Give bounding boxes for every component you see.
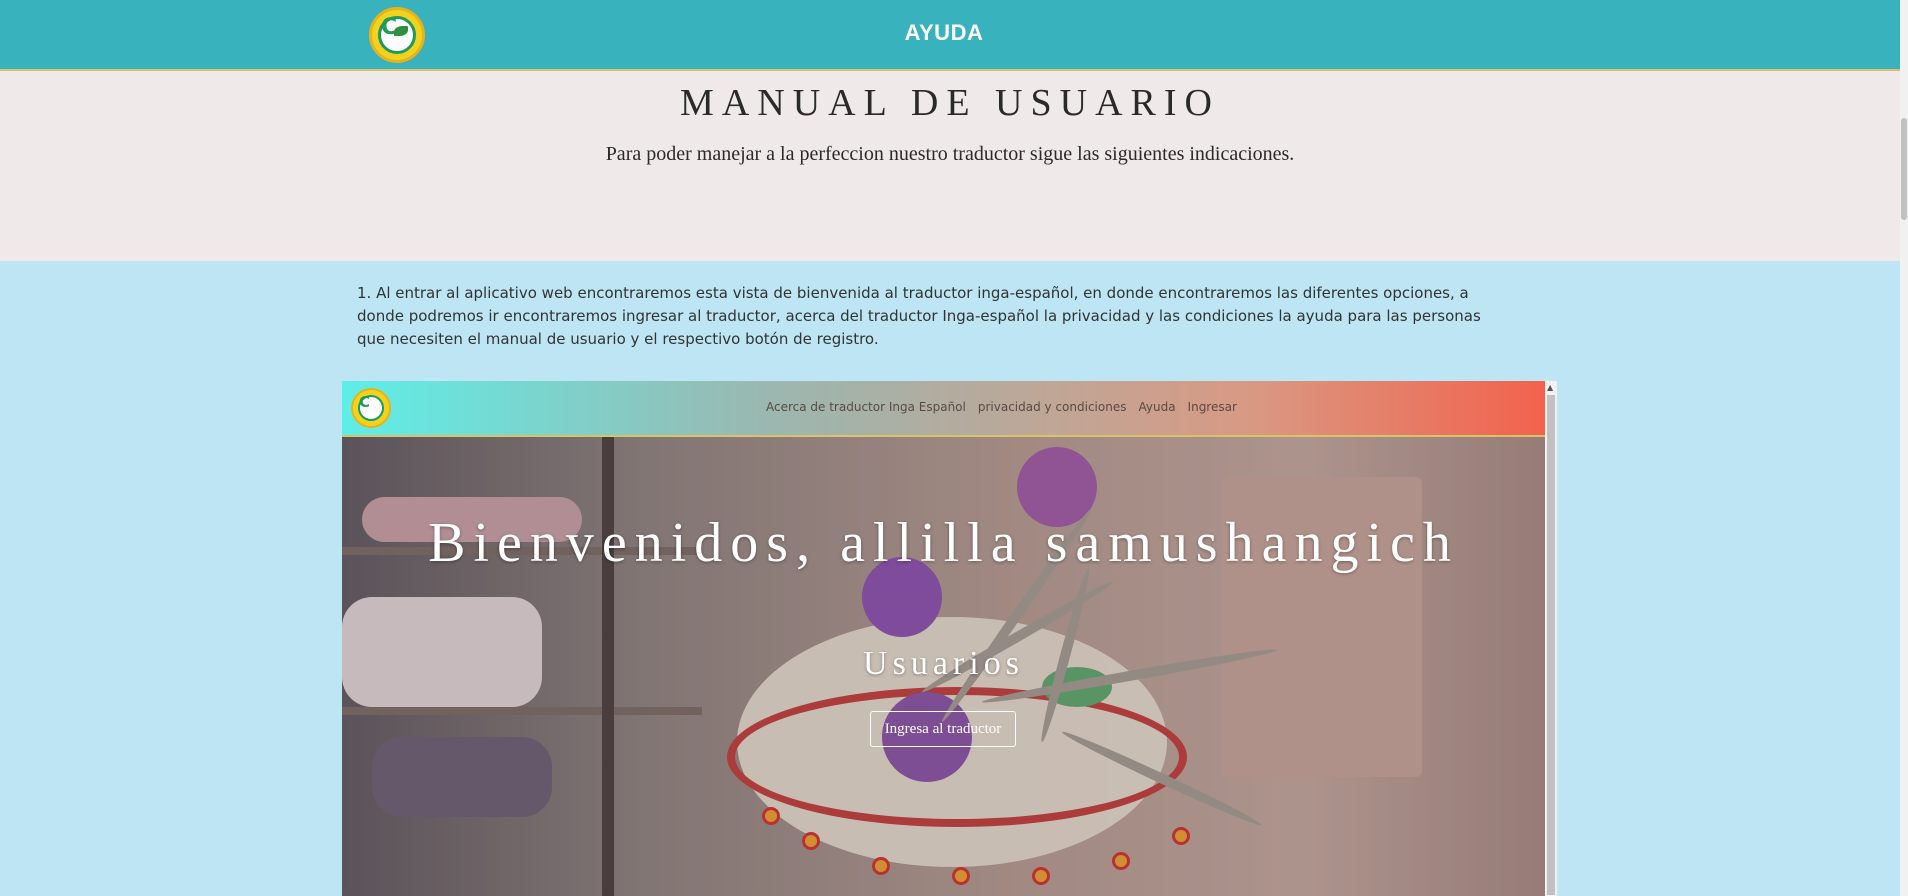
page-title: AYUDA [904, 20, 984, 45]
page-scrollbar-thumb[interactable] [1901, 118, 1907, 220]
screenshot-logo-letter: C [359, 393, 371, 411]
step-1-text: 1. Al entrar al aplicativo web encontrar… [357, 284, 1481, 348]
screenshot-navbar: C Acerca de traductor Inga Español priva… [342, 381, 1545, 437]
screenshot-scrollbar-thumb[interactable] [1547, 395, 1555, 895]
screenshot-nav-menu: Acerca de traductor Inga Español privaci… [766, 400, 1237, 414]
manual-title: MANUAL DE USUARIO [680, 82, 1220, 124]
screenshot-scrollbar[interactable]: ▲ [1545, 381, 1557, 896]
hero-title: Bienvenidos, allilla samushangich [428, 512, 1459, 574]
nav-link-privacidad[interactable]: privacidad y condiciones [978, 400, 1127, 414]
welcome-screenshot: C Acerca de traductor Inga Español priva… [342, 381, 1557, 896]
top-navbar: C AYUDA [0, 0, 1900, 71]
nav-link-acerca[interactable]: Acerca de traductor Inga Español [766, 400, 966, 414]
manual-intro-section: MANUAL DE USUARIO Para poder manejar a l… [0, 71, 1900, 261]
scroll-up-icon[interactable]: ▲ [1547, 383, 1553, 392]
hero-banner: Bienvenidos, allilla samushangich Usuari… [342, 437, 1545, 896]
hero-subtitle: Usuarios [863, 645, 1024, 682]
nav-link-ingresar[interactable]: Ingresar [1188, 400, 1237, 414]
page-scrollbar[interactable] [1900, 0, 1908, 896]
enter-translator-button[interactable]: Ingresa al traductor [870, 711, 1016, 747]
screenshot-logo-icon: C [351, 388, 391, 428]
manual-subtitle: Para poder manejar a la perfeccion nuest… [605, 143, 1295, 165]
nav-link-ayuda[interactable]: Ayuda [1138, 400, 1175, 414]
